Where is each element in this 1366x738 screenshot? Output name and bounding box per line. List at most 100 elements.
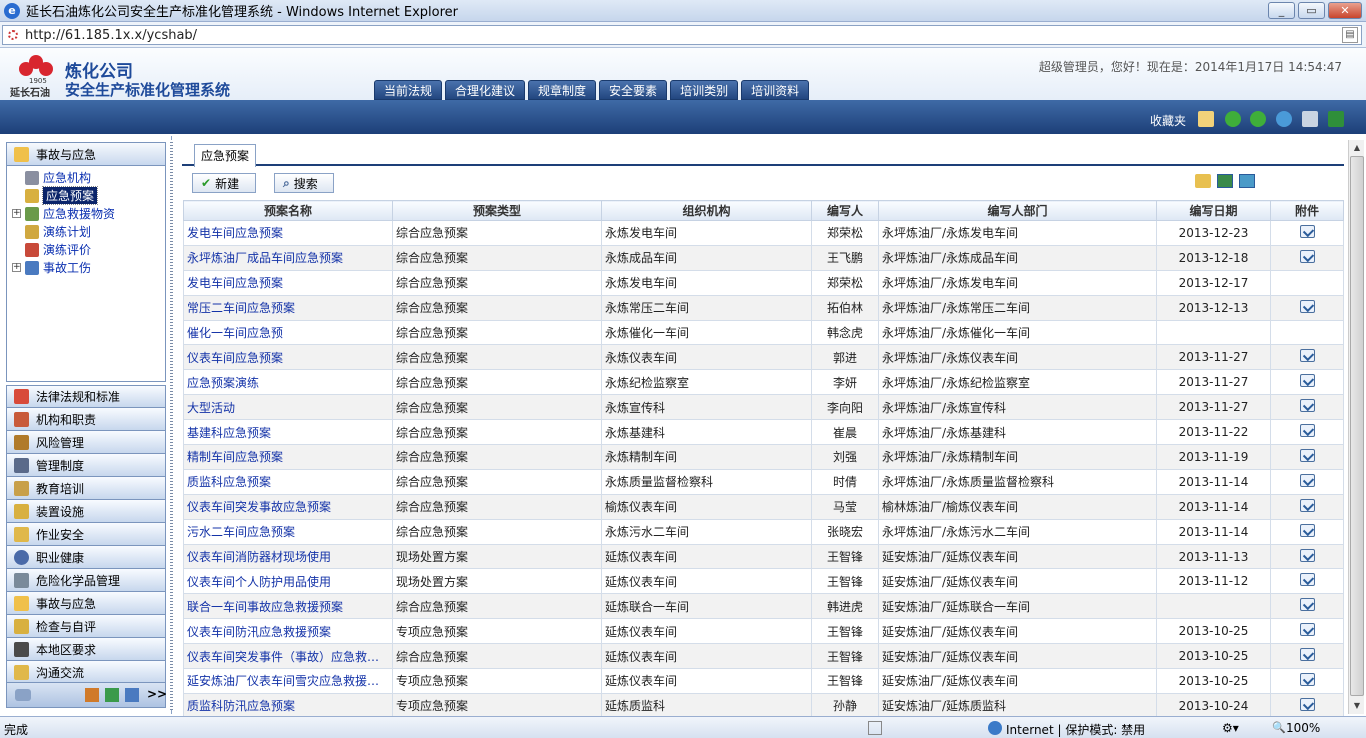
table-row[interactable]: 污水二车间应急预案 综合应急预案 永炼污水二车间 张晓宏 永坪炼油厂/永炼污水二车间 20… — [183, 518, 1344, 545]
menu-inspection[interactable]: 检查与自评 — [6, 615, 166, 638]
tree-item-drill-plan[interactable]: 演练计划 — [25, 223, 91, 240]
table-row[interactable]: 仪表车间应急预案 综合应急预案 永炼仪表车间 郭进 永坪炼油厂/永炼仪表车间 2013-1… — [183, 344, 1344, 371]
tree-item-emergency-plan[interactable]: 应急预案 — [25, 186, 99, 205]
url-text[interactable]: http://61.185.1x.x/ycshab/ — [25, 28, 197, 43]
menu-risk[interactable]: 风险管理 — [6, 431, 166, 454]
tool-icon[interactable] — [85, 688, 99, 702]
attachment-icon[interactable] — [1299, 573, 1315, 587]
plan-name-link[interactable]: 联合一车间事故应急救援预案 — [183, 593, 393, 620]
menu-laws[interactable]: 法律法规和标准 — [6, 385, 166, 408]
plan-name-link[interactable]: 仪表车间应急预案 — [183, 344, 393, 371]
menu-emergency[interactable]: 事故与应急 — [6, 592, 166, 615]
tab-current-laws[interactable]: 当前法规 — [374, 80, 443, 100]
tree-item-rescue-supplies[interactable]: 应急救援物资 — [25, 205, 115, 222]
list-icon[interactable] — [105, 688, 119, 702]
attachment-icon[interactable] — [1299, 598, 1315, 612]
attachment-icon[interactable] — [1299, 424, 1315, 438]
table-row[interactable]: 发电车间应急预案 综合应急预案 永炼发电车间 郑荣松 永坪炼油厂/永炼发电车间 2013-… — [183, 220, 1344, 246]
col-organization[interactable]: 组织机构 — [601, 200, 812, 221]
table-row[interactable]: 发电车间应急预案 综合应急预案 永炼发电车间 郑荣松 永坪炼油厂/永炼发电车间 2013-… — [183, 269, 1344, 296]
attachment-icon[interactable] — [1299, 523, 1315, 537]
attachment-icon[interactable] — [1299, 473, 1315, 487]
zoom-level[interactable]: 100% — [1286, 721, 1320, 735]
col-date[interactable]: 编写日期 — [1156, 200, 1271, 221]
search-button[interactable]: ⌕ 搜索 — [274, 173, 334, 193]
expand-icon[interactable]: + — [12, 209, 21, 218]
plan-name-link[interactable]: 催化一车间应急预 — [183, 319, 393, 346]
menu-training[interactable]: 教育培训 — [6, 477, 166, 500]
table-row[interactable]: 延安炼油厂仪表车间雪灾应急救援… 专项应急预案 延炼仪表车间 王智锋 延安炼油厂/延炼仪… — [183, 668, 1344, 694]
tree-item-emergency-org[interactable]: 应急机构 — [25, 169, 91, 186]
back-icon[interactable] — [1225, 111, 1241, 127]
table-row[interactable]: 常压二车间应急预案 综合应急预案 永炼常压二车间 拓伯林 永坪炼油厂/永炼常压二车间 20… — [183, 294, 1344, 321]
attachment-icon[interactable] — [1299, 399, 1315, 413]
menu-local[interactable]: 本地区要求 — [6, 638, 166, 661]
export-image-icon[interactable] — [1239, 174, 1255, 188]
col-plan-type[interactable]: 预案类型 — [392, 200, 602, 221]
plan-name-link[interactable]: 发电车间应急预案 — [183, 269, 393, 296]
col-attachment[interactable]: 附件 — [1270, 200, 1344, 221]
table-row[interactable]: 仪表车间防汛应急救援预案 专项应急预案 延炼仪表车间 王智锋 延安炼油厂/延炼仪表车间 2… — [183, 618, 1344, 645]
attachment-icon[interactable] — [1299, 623, 1315, 637]
scroll-up-icon[interactable]: ▲ — [1349, 140, 1365, 156]
plan-name-link[interactable]: 仪表车间消防器材现场使用 — [183, 543, 393, 570]
address-bar[interactable]: http://61.185.1x.x/ycshab/ ▤ — [2, 25, 1362, 45]
plan-name-link[interactable]: 应急预案演练 — [183, 369, 393, 396]
shortcut-icon[interactable] — [15, 689, 31, 701]
menu-mgmt[interactable]: 管理制度 — [6, 454, 166, 477]
table-row[interactable]: 联合一车间事故应急救援预案 综合应急预案 延炼联合一车间 韩进虎 延安炼油厂/延炼联合一… — [183, 593, 1344, 620]
plan-name-link[interactable]: 基建科应急预案 — [183, 419, 393, 446]
tree-item-accidents[interactable]: 事故工伤 — [25, 259, 91, 276]
refresh-icon[interactable] — [1276, 111, 1292, 127]
attachment-icon[interactable] — [1299, 548, 1315, 562]
minimize-button[interactable]: _ — [1268, 2, 1295, 19]
menu-communication[interactable]: 沟通交流 — [6, 661, 166, 684]
plan-name-link[interactable]: 仪表车间突发事故应急预案 — [183, 493, 393, 520]
menu-operation[interactable]: 作业安全 — [6, 523, 166, 546]
attachment-icon[interactable] — [1299, 299, 1315, 313]
plan-name-link[interactable]: 仪表车间个人防护用品使用 — [183, 568, 393, 595]
attachment-icon[interactable] — [1299, 249, 1315, 263]
tab-emergency-plan[interactable]: 应急预案 — [194, 144, 257, 167]
tab-regulations[interactable]: 规章制度 — [528, 80, 597, 100]
table-row[interactable]: 仪表车间突发事故应急预案 综合应急预案 榆炼仪表车间 马莹 榆林炼油厂/榆炼仪表车间 20… — [183, 493, 1344, 520]
tab-training-materials[interactable]: 培训资料 — [741, 80, 810, 100]
table-row[interactable]: 永坪炼油厂成品车间应急预案 综合应急预案 永炼成品车间 王飞鹏 永坪炼油厂/永炼成品车间… — [183, 244, 1344, 271]
settings-icon[interactable] — [1302, 111, 1318, 127]
expand-icon[interactable]: + — [12, 263, 21, 272]
table-row[interactable]: 催化一车间应急预 综合应急预案 永炼催化一车间 韩念虎 永坪炼油厂/永炼催化一车间 — [183, 319, 1344, 346]
plan-name-link[interactable]: 大型活动 — [183, 394, 393, 421]
tree-item-drill-eval[interactable]: 演练评价 — [25, 241, 91, 258]
scroll-thumb[interactable] — [1350, 156, 1364, 696]
attachment-icon[interactable] — [1299, 224, 1315, 238]
plan-name-link[interactable]: 精制车间应急预案 — [183, 444, 393, 470]
vertical-scrollbar[interactable]: ▲ ▼ — [1348, 140, 1364, 714]
table-row[interactable]: 仪表车间消防器材现场使用 现场处置方案 延炼仪表车间 王智锋 延安炼油厂/延炼仪表车间 2… — [183, 543, 1344, 570]
attachment-icon[interactable] — [1299, 672, 1315, 686]
plan-name-link[interactable]: 质监科应急预案 — [183, 468, 393, 495]
attachment-icon[interactable] — [1299, 498, 1315, 512]
tab-training-types[interactable]: 培训类别 — [670, 80, 739, 100]
restore-button[interactable]: ▭ — [1298, 2, 1325, 19]
menu-chemicals[interactable]: 危险化学品管理 — [6, 569, 166, 592]
table-row[interactable]: 质监科应急预案 综合应急预案 永炼质量监督检察科 时倩 永坪炼油厂/永炼质量监督检察科 2… — [183, 468, 1344, 495]
col-author-dept[interactable]: 编写人部门 — [878, 200, 1157, 221]
menu-health[interactable]: 职业健康 — [6, 546, 166, 569]
attachment-icon[interactable] — [1299, 374, 1315, 388]
plan-name-link[interactable]: 永坪炼油厂成品车间应急预案 — [183, 244, 393, 271]
plan-name-link[interactable]: 仪表车间突发事件（事故）应急救… — [183, 643, 393, 670]
favorites-link[interactable]: 收藏夹 — [1150, 112, 1186, 129]
more-button[interactable]: >> — [147, 687, 167, 701]
attachment-icon[interactable] — [1299, 349, 1315, 363]
table-row[interactable]: 仪表车间个人防护用品使用 现场处置方案 延炼仪表车间 王智锋 延安炼油厂/延炼仪表车间 2… — [183, 568, 1344, 595]
doc-icon[interactable] — [125, 688, 139, 702]
attachment-icon[interactable] — [1299, 697, 1315, 711]
new-button[interactable]: ✔ 新建 — [192, 173, 256, 193]
tab-safety-elements[interactable]: 安全要素 — [599, 80, 668, 100]
attachment-icon[interactable] — [1299, 448, 1315, 462]
plan-name-link[interactable]: 仪表车间防汛应急救援预案 — [183, 618, 393, 645]
folder-up-icon[interactable] — [1195, 174, 1211, 188]
table-row[interactable]: 质监科防汛应急预案 专项应急预案 延炼质监科 孙静 延安炼油厂/延炼质监科 2013-10… — [183, 692, 1344, 719]
forward-icon[interactable] — [1250, 111, 1266, 127]
splitter[interactable] — [170, 140, 173, 710]
